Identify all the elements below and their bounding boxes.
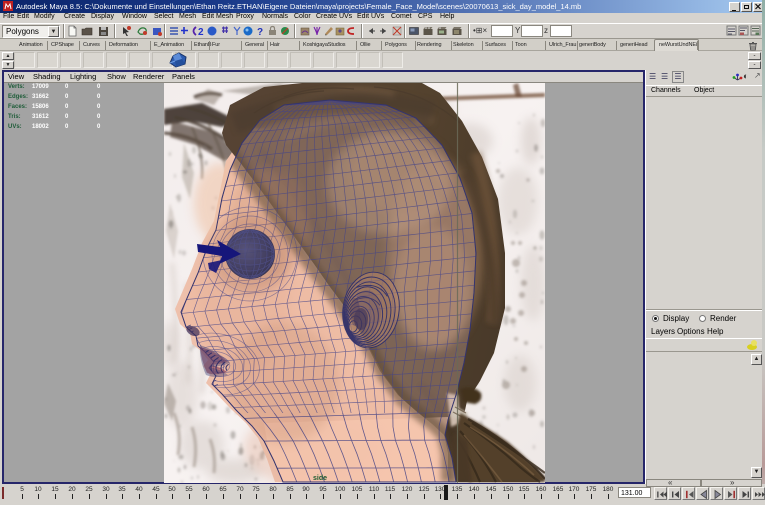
svg-text:side: side bbox=[313, 475, 327, 482]
svg-text:?: ? bbox=[257, 27, 263, 37]
svg-text:2: 2 bbox=[198, 27, 204, 37]
